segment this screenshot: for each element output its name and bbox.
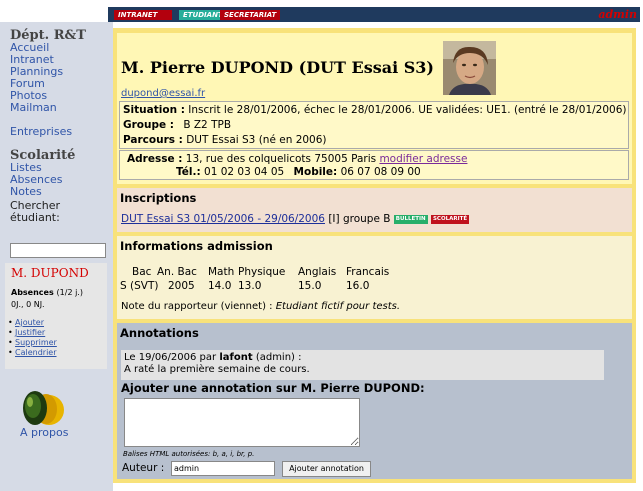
absence-delete-link[interactable]: Supprimer	[8, 338, 57, 347]
student-photo	[443, 41, 496, 95]
inscriptions-title: Inscriptions	[120, 191, 197, 205]
sidebar-item-notes[interactable]: Notes	[10, 186, 42, 198]
tel-value: 01 02 03 04 05	[204, 166, 285, 178]
student-record-frame: M. Pierre DUPOND (DUT Essai S3) dupond@e…	[113, 28, 636, 483]
absence-justify-link[interactable]: Justifier	[8, 328, 45, 337]
absence-add-link[interactable]: Ajouter	[8, 318, 44, 327]
add-annotation-title: Ajouter une annotation sur M. Pierre DUP…	[121, 381, 425, 395]
sidebar-item-entreprises[interactable]: Entreprises	[10, 126, 72, 138]
student-name-link[interactable]: M. DUPOND	[11, 266, 89, 280]
mobile-value: 06 07 08 09 00	[340, 166, 421, 178]
annotation-prefix: Le 19/06/2006 par	[124, 352, 217, 363]
absences-title: Absences	[11, 288, 54, 297]
annotation-author: lafont	[219, 352, 253, 363]
add-annotation-button[interactable]: Ajouter annotation	[282, 461, 371, 477]
inscriptions-section: Inscriptions DUT Essai S3 01/05/2006 - 2…	[117, 188, 632, 232]
admission-value-math: 14.0	[208, 280, 232, 292]
allowed-tags-hint: Balises HTML autorisées: b, a, i, br, p.	[123, 450, 255, 458]
annotation-textarea[interactable]	[124, 398, 360, 447]
inscription-link[interactable]: DUT Essai S3 01/05/2006 - 29/06/2006	[121, 213, 325, 225]
author-label: Auteur :	[122, 462, 165, 474]
admission-value-francais: 16.0	[346, 280, 370, 292]
tab-etudiant[interactable]: ETUDIANT	[179, 10, 223, 20]
bulletin-button[interactable]: BULLETIN	[393, 214, 428, 224]
student-identity-card: M. Pierre DUPOND (DUT Essai S3) dupond@e…	[117, 33, 632, 184]
main-content: M. Pierre DUPOND (DUT Essai S3) dupond@e…	[113, 22, 643, 491]
situation-label: Situation :	[123, 104, 185, 116]
mobile-label: Mobile:	[293, 166, 338, 178]
groupe-value: B Z2 TPB	[183, 119, 232, 131]
top-navigation-bar: INTRANET R&T ETUDIANT SECRETARIAT admin	[108, 7, 640, 29]
sidebar-item-mailman[interactable]: Mailman	[10, 102, 57, 114]
admin-user-link[interactable]: admin	[598, 8, 637, 21]
absences-unit: (1/2 j.)	[56, 288, 83, 297]
absences-heading: Absences (1/2 j.)	[11, 288, 83, 297]
student-portrait-icon	[443, 41, 496, 95]
groupe-label: Groupe :	[123, 119, 174, 131]
inscription-row: DUT Essai S3 01/05/2006 - 29/06/2006 [I]…	[121, 213, 470, 225]
email-link[interactable]: dupond@essai.fr	[121, 88, 205, 99]
admission-value-physique: 13.0	[238, 280, 262, 292]
address-value: 13, rue des colquelicots 75005 Paris	[185, 153, 377, 165]
annotation-entry: Le 19/06/2006 par lafont (admin) : A rat…	[121, 350, 604, 380]
rapporteur-label: Note du rapporteur (viennet) :	[121, 301, 273, 312]
rapporteur-note: Note du rapporteur (viennet) : Etudiant …	[121, 301, 400, 312]
rapporteur-text: Etudiant fictif pour tests.	[275, 301, 401, 312]
admission-header-anglais: Anglais	[298, 266, 337, 278]
search-student-input[interactable]	[10, 243, 106, 258]
modify-address-link[interactable]: modifier adresse	[379, 153, 467, 165]
admission-value-bac: S (SVT)	[120, 280, 159, 292]
student-absence-panel: M. DUPOND Absences (1/2 j.) 0J., 0 NJ. A…	[5, 263, 107, 369]
page-title: M. Pierre DUPOND (DUT Essai S3)	[121, 58, 434, 77]
sidebar: Dépt. R&T Accueil Intranet Plannings For…	[0, 22, 113, 491]
annotation-suffix: (admin) :	[255, 352, 302, 363]
parcours-value: DUT Essai S3 (né en 2006)	[186, 134, 327, 146]
admission-header-math: Math	[208, 266, 235, 278]
address-label: Adresse :	[127, 153, 183, 165]
parcours-label: Parcours :	[123, 134, 183, 146]
admission-title: Informations admission	[120, 239, 273, 253]
admission-value-anbac: 2005	[168, 280, 195, 292]
about-link[interactable]: A propos	[20, 426, 68, 439]
scodoc-logo-icon	[23, 391, 64, 425]
situation-value: Inscrit le 28/01/2006, échec le 28/01/20…	[188, 104, 627, 116]
admission-header-francais: Francais	[346, 266, 390, 278]
tel-label: Tél.:	[176, 166, 201, 178]
absence-calendar-link[interactable]: Calendrier	[8, 348, 56, 357]
tab-secretariat[interactable]: SECRETARIAT	[220, 10, 280, 20]
scolarite-button[interactable]: SCOLARITÉ	[430, 214, 470, 224]
annotation-text: A raté la première semaine de cours.	[124, 364, 310, 375]
address-box: Adresse : 13, rue des colquelicots 75005…	[119, 150, 629, 180]
student-situation-box: Situation : Inscrit le 28/01/2006, échec…	[119, 101, 629, 149]
admission-section: Informations admission Bac An. Bac Math …	[117, 236, 632, 319]
admission-header-physique: Physique	[238, 266, 286, 278]
tab-intranet[interactable]: INTRANET R&T	[114, 10, 172, 29]
admission-header-anbac: An. Bac	[157, 266, 197, 278]
inscription-details: [I] groupe B	[328, 213, 391, 225]
admission-value-anglais: 15.0	[298, 280, 322, 292]
absences-count: 0J., 0 NJ.	[11, 300, 45, 309]
admission-header-bac: Bac	[132, 266, 152, 278]
annotations-title: Annotations	[120, 326, 199, 340]
search-student-label-2: étudiant:	[10, 211, 60, 224]
annotations-section: Annotations Le 19/06/2006 par lafont (ad…	[117, 323, 632, 479]
author-input[interactable]: admin	[171, 461, 275, 476]
